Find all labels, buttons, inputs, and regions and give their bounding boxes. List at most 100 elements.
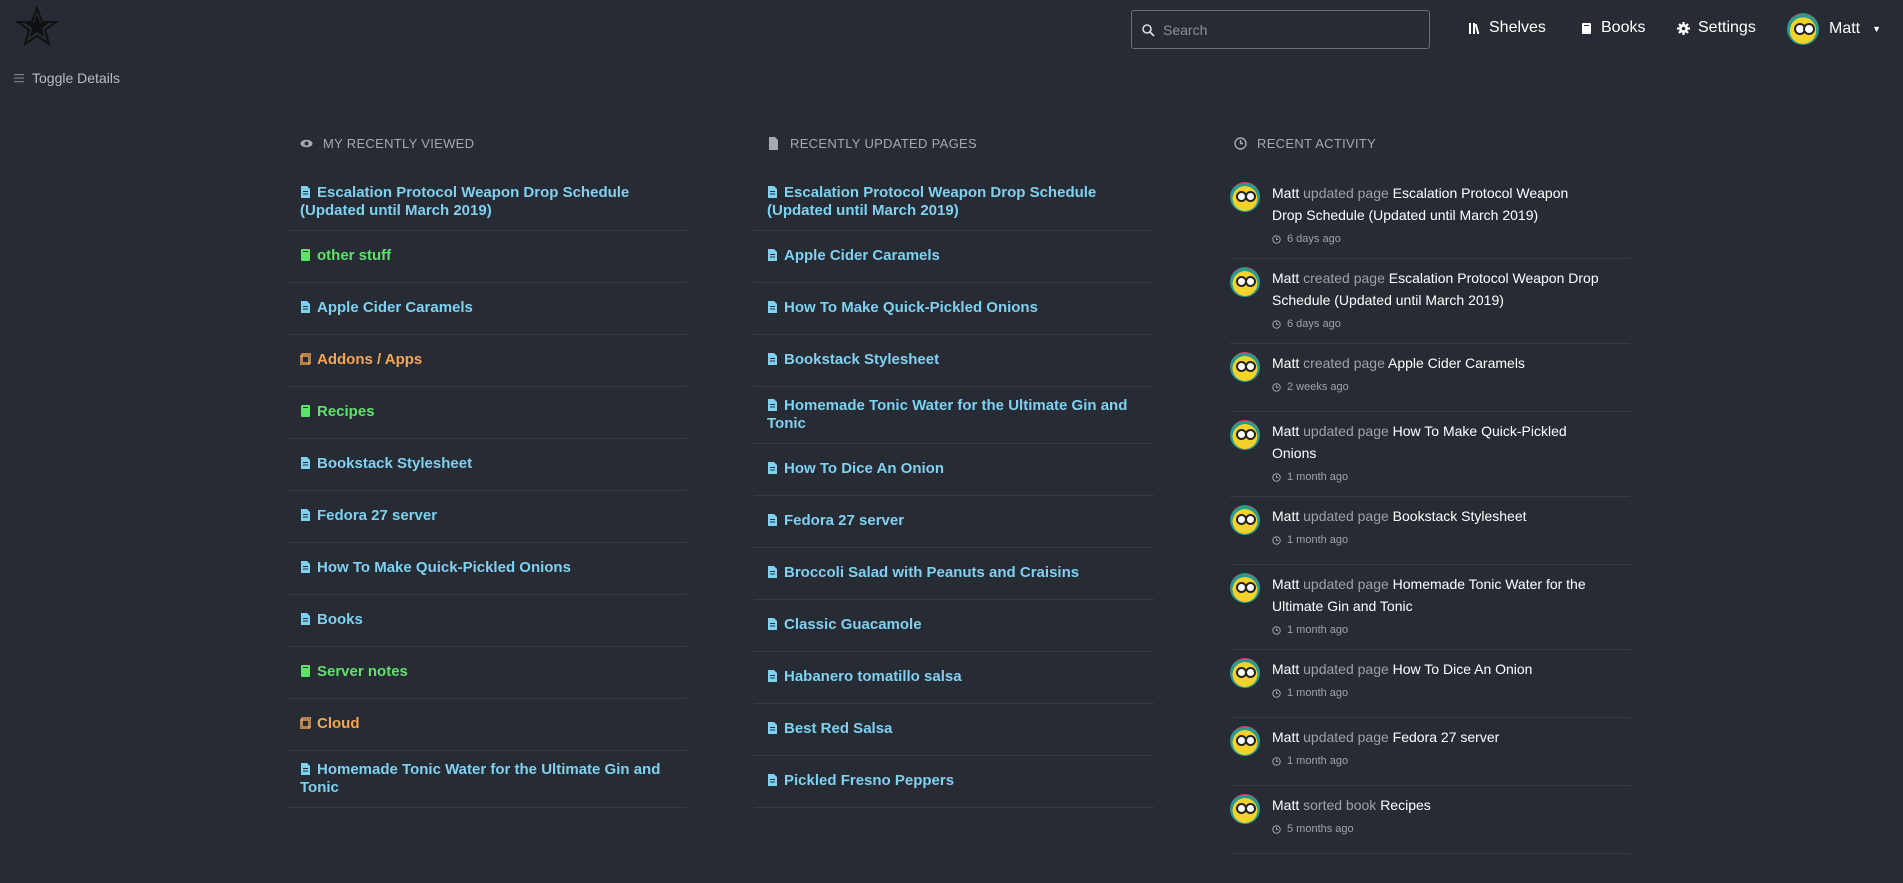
page-icon — [768, 399, 777, 411]
shelves-icon — [1469, 22, 1480, 34]
avatar[interactable] — [1230, 726, 1260, 756]
recently-viewed-list: Escalation Protocol Weapon Drop Schedule… — [287, 174, 687, 808]
activity-user[interactable]: Matt — [1272, 185, 1299, 201]
page-link[interactable]: Books — [287, 595, 687, 647]
activity-user[interactable]: Matt — [1272, 576, 1299, 592]
activity-time-text: 6 days ago — [1287, 318, 1341, 330]
shelf-link[interactable]: Cloud — [287, 699, 687, 751]
page-icon — [768, 249, 777, 261]
book-link[interactable]: other stuff — [287, 231, 687, 283]
avatar[interactable] — [1230, 658, 1260, 688]
activity-body: Matt updated page Escalation Protocol We… — [1272, 182, 1602, 250]
page-link[interactable]: How To Make Quick-Pickled Onions — [754, 283, 1154, 335]
page-icon — [301, 613, 310, 625]
page-link[interactable]: Homemade Tonic Water for the Ultimate Gi… — [754, 387, 1154, 444]
activity-time: 1 month ago — [1272, 529, 1602, 551]
shelf-icon — [300, 717, 311, 729]
page-link[interactable]: Fedora 27 server — [287, 491, 687, 543]
toggle-details-button[interactable]: Toggle Details — [14, 70, 120, 86]
clock-icon — [1272, 688, 1281, 698]
avatar[interactable] — [1230, 420, 1260, 450]
entity-label: Pickled Fresno Peppers — [784, 772, 955, 789]
page-link[interactable]: Broccoli Salad with Peanuts and Craisins — [754, 548, 1154, 600]
avatar[interactable] — [1230, 573, 1260, 603]
page-icon — [768, 670, 777, 682]
activity-verb: updated page — [1303, 423, 1389, 439]
page-link[interactable]: How To Dice An Onion — [754, 444, 1154, 496]
clock-icon — [1272, 824, 1281, 834]
page-link[interactable]: How To Make Quick-Pickled Onions — [287, 543, 687, 595]
page-link[interactable]: Classic Guacamole — [754, 600, 1154, 652]
activity-verb: created page — [1303, 270, 1385, 286]
recently-viewed-title: My Recently Viewed — [323, 135, 475, 151]
activity-verb: updated page — [1303, 508, 1389, 524]
user-menu[interactable]: Matt ▼ — [1787, 12, 1881, 46]
nav-settings-label: Settings — [1698, 19, 1756, 36]
activity-target-link[interactable]: Recipes — [1380, 797, 1431, 813]
avatar[interactable] — [1230, 794, 1260, 824]
activity-user[interactable]: Matt — [1272, 729, 1299, 745]
activity-verb: created page — [1303, 355, 1385, 371]
nav-books-link[interactable]: Books — [1580, 17, 1645, 39]
activity-user[interactable]: Matt — [1272, 661, 1299, 677]
avatar[interactable] — [1230, 267, 1260, 297]
activity-user[interactable]: Matt — [1272, 355, 1299, 371]
book-link[interactable]: Recipes — [287, 387, 687, 439]
page-link[interactable]: Bookstack Stylesheet — [754, 335, 1154, 387]
eye-icon — [300, 139, 313, 147]
page-icon — [768, 618, 777, 630]
clock-icon — [1234, 136, 1247, 150]
activity-target-link[interactable]: Fedora 27 server — [1393, 729, 1500, 745]
activity-body: Matt created page Apple Cider Caramels 2 … — [1272, 352, 1602, 403]
page-link[interactable]: Best Red Salsa — [754, 704, 1154, 756]
recent-activity-section: Recent Activity Matt updated page Escala… — [1221, 132, 1641, 854]
avatar[interactable] — [1230, 352, 1260, 382]
page-link[interactable]: Pickled Fresno Peppers — [754, 756, 1154, 808]
activity-time-text: 2 weeks ago — [1287, 381, 1349, 393]
activity-user[interactable]: Matt — [1272, 270, 1299, 286]
recent-activity-header: Recent Activity — [1234, 132, 1641, 154]
page-icon — [768, 462, 777, 474]
page-icon — [768, 353, 777, 365]
avatar[interactable] — [1230, 505, 1260, 535]
pentagram-logo-icon[interactable] — [16, 6, 58, 46]
nav-shelves-link[interactable]: Shelves — [1468, 17, 1546, 39]
list-icon — [14, 74, 24, 83]
activity-body: Matt updated page How To Make Quick-Pick… — [1272, 420, 1602, 488]
page-icon — [301, 509, 310, 521]
activity-user[interactable]: Matt — [1272, 423, 1299, 439]
page-link[interactable]: Apple Cider Caramels — [287, 283, 687, 335]
clock-icon — [1272, 319, 1281, 329]
entity-label: Fedora 27 server — [784, 512, 905, 529]
book-icon — [301, 405, 310, 417]
book-link[interactable]: Server notes — [287, 647, 687, 699]
activity-user[interactable]: Matt — [1272, 508, 1299, 524]
entity-label: Apple Cider Caramels — [317, 299, 473, 316]
entity-label: Best Red Salsa — [784, 720, 893, 737]
recently-updated-list: Escalation Protocol Weapon Drop Schedule… — [754, 174, 1154, 808]
activity-time: 6 days ago — [1272, 313, 1602, 335]
entity-label: Broccoli Salad with Peanuts and Craisins — [784, 564, 1080, 581]
activity-time: 5 months ago — [1272, 818, 1602, 840]
nav-settings-link[interactable]: Settings — [1677, 17, 1756, 39]
avatar[interactable] — [1230, 182, 1260, 212]
page-link[interactable]: Escalation Protocol Weapon Drop Schedule… — [287, 174, 687, 231]
search-box[interactable] — [1131, 10, 1430, 49]
page-link[interactable]: Habanero tomatillo salsa — [754, 652, 1154, 704]
user-name: Matt — [1829, 20, 1861, 37]
search-input[interactable] — [1161, 20, 1411, 39]
activity-target-link[interactable]: Bookstack Stylesheet — [1393, 508, 1527, 524]
page-link[interactable]: Homemade Tonic Water for the Ultimate Gi… — [287, 751, 687, 808]
activity-target-link[interactable]: Apple Cider Caramels — [1388, 355, 1525, 371]
page-link[interactable]: Apple Cider Caramels — [754, 231, 1154, 283]
activity-time: 6 days ago — [1272, 228, 1602, 250]
page-link[interactable]: Escalation Protocol Weapon Drop Schedule… — [754, 174, 1154, 231]
activity-time: 1 month ago — [1272, 619, 1602, 641]
activity-target-link[interactable]: How To Dice An Onion — [1393, 661, 1533, 677]
shelf-link[interactable]: Addons / Apps — [287, 335, 687, 387]
activity-user[interactable]: Matt — [1272, 797, 1299, 813]
entity-label: Recipes — [317, 403, 375, 420]
avatar — [1787, 13, 1819, 45]
page-link[interactable]: Bookstack Stylesheet — [287, 439, 687, 491]
page-link[interactable]: Fedora 27 server — [754, 496, 1154, 548]
